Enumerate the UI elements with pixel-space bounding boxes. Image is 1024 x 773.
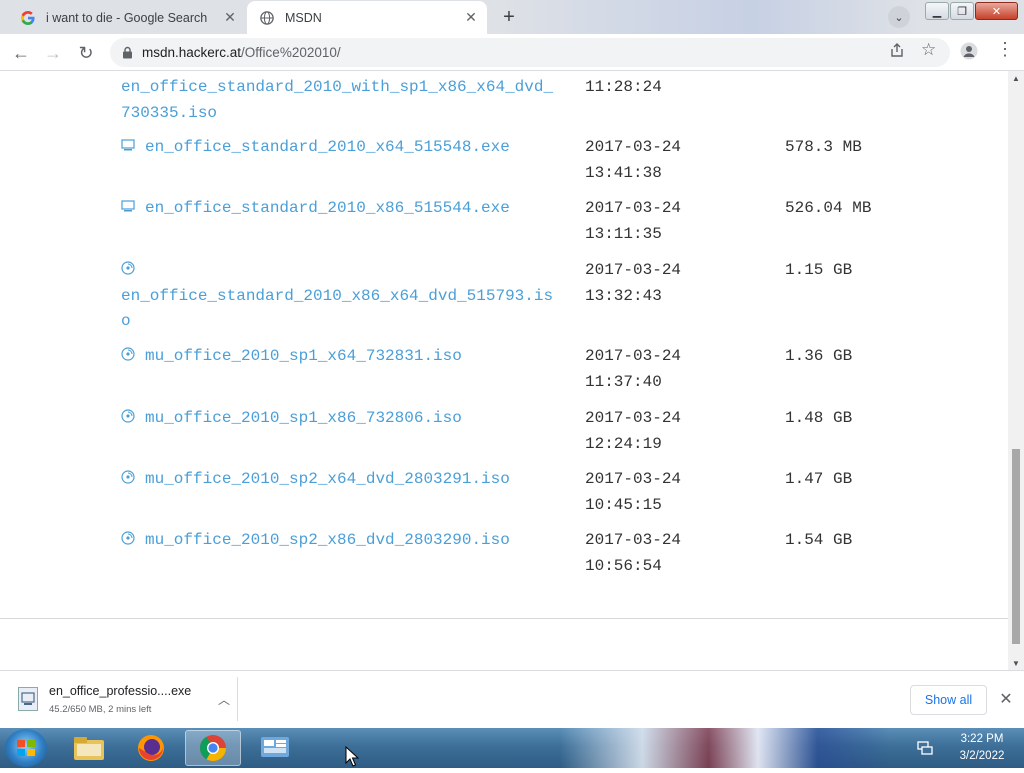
- download-item[interactable]: en_office_professio....exe 45.2/650 MB, …: [14, 679, 236, 721]
- windows-logo-icon: [17, 740, 35, 756]
- page-divider: [0, 618, 1008, 619]
- clock-time[interactable]: 3:22 PM: [952, 733, 1012, 745]
- download-divider: [237, 677, 238, 721]
- scroll-down-arrow-icon[interactable]: ▼: [1008, 656, 1024, 670]
- google-g-icon: [20, 10, 36, 26]
- tab-close-icon[interactable]: ✕: [220, 8, 240, 28]
- disc-icon: [121, 345, 135, 361]
- download-bar: en_office_professio....exe 45.2/650 MB, …: [0, 670, 1024, 728]
- file-name: en_office_standard_2010_x64_515548.exe: [145, 138, 510, 156]
- vertical-scrollbar[interactable]: ▲ ▼: [1008, 71, 1024, 670]
- forward-arrow-icon[interactable]: →: [40, 40, 66, 66]
- file-name: mu_office_2010_sp2_x64_dvd_2803291.iso: [145, 470, 510, 488]
- tab-msdn[interactable]: MSDN ✕: [247, 1, 487, 34]
- wallpaper-strip: [560, 728, 890, 768]
- chrome-icon[interactable]: [185, 730, 241, 766]
- file-size: 578.3 MB: [785, 138, 862, 156]
- firefox-icon[interactable]: [123, 730, 179, 766]
- tab-close-icon[interactable]: ✕: [461, 8, 481, 28]
- disc-icon: [121, 468, 135, 484]
- show-all-button[interactable]: Show all: [910, 685, 987, 715]
- file-link[interactable]: en_office_standard_2010_x86_x64_dvd_5157…: [121, 258, 561, 335]
- file-name: en_office_standard_2010_with_sp1_x86_x64…: [121, 78, 554, 122]
- disc-icon: [121, 259, 135, 275]
- file-size: 1.47 GB: [785, 470, 853, 488]
- file-link[interactable]: mu_office_2010_sp2_x64_dvd_2803291.iso: [121, 467, 561, 493]
- file-size: 1.54 GB: [785, 531, 853, 549]
- maximize-button[interactable]: ❐: [950, 2, 974, 20]
- disc-icon: [121, 529, 135, 545]
- file-date: 2017-03-24 13:32:43: [585, 261, 682, 305]
- tab-strip: i want to die - Google Search ✕ MSDN ✕ +…: [0, 0, 1024, 34]
- menu-kebab-icon[interactable]: ⋮: [996, 39, 1014, 60]
- exe-icon: [121, 136, 135, 151]
- tabstrip-background: [500, 0, 920, 34]
- close-icon[interactable]: ✕: [996, 689, 1016, 709]
- new-tab-button[interactable]: +: [496, 5, 522, 29]
- page-viewport: en_office_standard_2010_with_sp1_x86_x64…: [0, 71, 1008, 670]
- address-bar[interactable]: msdn.hackerc.at/Office%202010/: [110, 38, 950, 67]
- network-icon[interactable]: [916, 739, 934, 762]
- tab-search-chevron-icon[interactable]: ⌄: [888, 6, 910, 28]
- download-filename: en_office_professio....exe: [49, 684, 192, 698]
- file-date: 2017-03-24 10:45:15: [585, 470, 682, 514]
- chevron-up-icon[interactable]: ︿: [214, 689, 234, 709]
- lock-icon: [120, 46, 134, 59]
- file-date: 2017-03-24 13:11:35: [585, 199, 682, 243]
- exe-file-icon: [18, 687, 38, 711]
- file-date: 2017-03-24 12:24:19: [585, 409, 682, 453]
- scroll-up-arrow-icon[interactable]: ▲: [1008, 71, 1024, 85]
- file-name: mu_office_2010_sp2_x86_dvd_2803290.iso: [145, 531, 510, 549]
- minimize-button[interactable]: ▁: [925, 2, 949, 20]
- file-size: 1.15 GB: [785, 261, 853, 279]
- start-button[interactable]: [5, 729, 47, 767]
- file-name: mu_office_2010_sp1_x64_732831.iso: [145, 347, 462, 365]
- file-link[interactable]: en_office_standard_2010_x86_515544.exe: [121, 196, 561, 222]
- url-text: msdn.hackerc.at/Office%202010/: [142, 45, 341, 60]
- bookmark-star-icon[interactable]: ☆: [921, 40, 936, 60]
- url-path: /Office%202010/: [241, 45, 341, 60]
- tab-title: MSDN: [285, 10, 322, 25]
- file-date: 2017-03-24 11:37:40: [585, 347, 682, 391]
- system-tray: 3:22 PM 3/2/2022: [912, 728, 1024, 768]
- file-size: 526.04 MB: [785, 199, 872, 217]
- browser-toolbar: ← → ↻ msdn.hackerc.at/Office%202010/ ☆ ⋮: [0, 34, 1024, 71]
- file-name: mu_office_2010_sp1_x86_732806.iso: [145, 409, 462, 427]
- control-panel-icon[interactable]: [247, 730, 303, 766]
- file-date: 2017-03-24 13:41:38: [585, 138, 682, 182]
- globe-icon: [259, 10, 275, 26]
- tab-title: i want to die - Google Search: [46, 10, 208, 25]
- file-link[interactable]: mu_office_2010_sp1_x64_732831.iso: [121, 344, 561, 370]
- browser-window: i want to die - Google Search ✕ MSDN ✕ +…: [0, 0, 1024, 728]
- exe-icon: [121, 197, 135, 212]
- file-link[interactable]: mu_office_2010_sp1_x86_732806.iso: [121, 406, 561, 432]
- back-arrow-icon[interactable]: ←: [8, 40, 34, 66]
- download-status: 45.2/650 MB, 2 mins left: [49, 704, 152, 715]
- scrollbar-thumb[interactable]: [1012, 449, 1020, 644]
- window-close-button[interactable]: ✕: [975, 2, 1018, 20]
- tab-google-search[interactable]: i want to die - Google Search ✕: [8, 1, 246, 34]
- file-link[interactable]: mu_office_2010_sp2_x86_dvd_2803290.iso: [121, 528, 561, 554]
- file-link[interactable]: en_office_standard_2010_with_sp1_x86_x64…: [121, 75, 561, 126]
- share-icon[interactable]: [889, 42, 905, 62]
- file-date: 11:28:24: [585, 78, 662, 96]
- mouse-cursor-icon: [345, 745, 360, 768]
- file-date: 2017-03-24 10:56:54: [585, 531, 682, 575]
- reload-icon[interactable]: ↻: [73, 40, 99, 66]
- url-host: msdn.hackerc.at: [142, 45, 242, 60]
- file-name: en_office_standard_2010_x86_x64_dvd_5157…: [121, 286, 554, 331]
- disc-icon: [121, 407, 135, 423]
- clock-date[interactable]: 3/2/2022: [952, 750, 1012, 762]
- file-link[interactable]: en_office_standard_2010_x64_515548.exe: [121, 135, 561, 161]
- taskbar: 3:22 PM 3/2/2022: [0, 728, 1024, 768]
- file-size: 1.36 GB: [785, 347, 853, 365]
- windows-explorer-icon[interactable]: [61, 730, 117, 766]
- file-size: 1.48 GB: [785, 409, 853, 427]
- profile-avatar-icon[interactable]: [960, 42, 978, 64]
- file-name: en_office_standard_2010_x86_515544.exe: [145, 199, 510, 217]
